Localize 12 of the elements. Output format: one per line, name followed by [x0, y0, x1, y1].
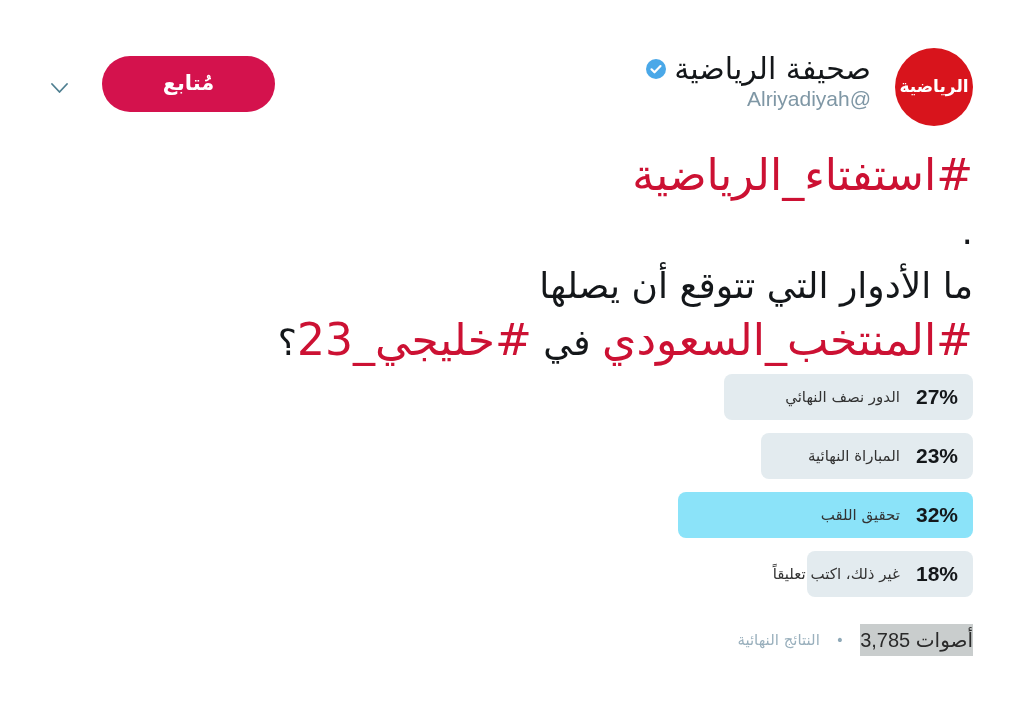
account-handle[interactable]: @Alriyadiyah — [746, 86, 871, 112]
account-name[interactable]: صحيفة الرياضية — [674, 52, 871, 86]
vote-count: أصوات 3,785 — [860, 624, 973, 656]
follow-button[interactable]: مُتابع — [102, 56, 275, 112]
hashtag-link[interactable]: #استفتاء_الرياضية — [632, 149, 973, 200]
separator-dot: • — [835, 630, 845, 650]
poll-status: النتائج النهائية — [737, 629, 820, 651]
chevron-down-icon[interactable] — [51, 83, 68, 93]
hashtag-link[interactable]: #المنتخب_السعودي — [602, 314, 973, 365]
avatar-logo[interactable]: الرياضية — [895, 48, 973, 126]
hashtag-link[interactable]: #خليجي_23 — [296, 314, 532, 365]
tweet-text: #استفتاء_الرياضية . ما الأدوار التي تتوقع أن يصلها #المنتخب_السعودي في #خليجي_23؟ — [276, 148, 973, 368]
